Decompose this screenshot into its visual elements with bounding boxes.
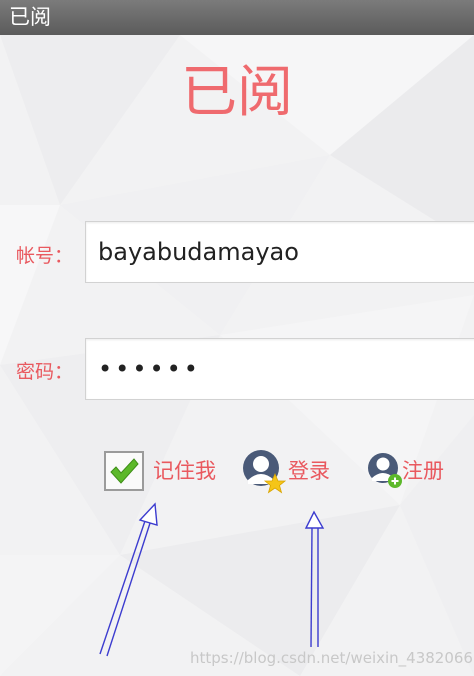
login-button[interactable]: 登录 bbox=[288, 456, 330, 486]
remember-me-label[interactable]: 记住我 bbox=[153, 456, 216, 486]
watermark-text: https://blog.csdn.net/weixin_43820665 bbox=[190, 649, 474, 667]
window-titlebar: 已阅 bbox=[0, 0, 474, 35]
register-button[interactable]: 注册 bbox=[402, 456, 444, 486]
register-user-icon[interactable] bbox=[365, 451, 405, 491]
app-title: 已阅 bbox=[181, 60, 293, 125]
password-label: 密码： bbox=[16, 361, 74, 383]
password-input[interactable]: •••••• bbox=[85, 338, 474, 400]
account-label: 帐号： bbox=[16, 245, 74, 267]
login-user-icon[interactable] bbox=[240, 448, 286, 494]
remember-me-checkbox[interactable] bbox=[104, 451, 144, 491]
account-input[interactable]: bayabudamayao bbox=[85, 221, 474, 283]
checkmark-icon bbox=[110, 458, 139, 484]
